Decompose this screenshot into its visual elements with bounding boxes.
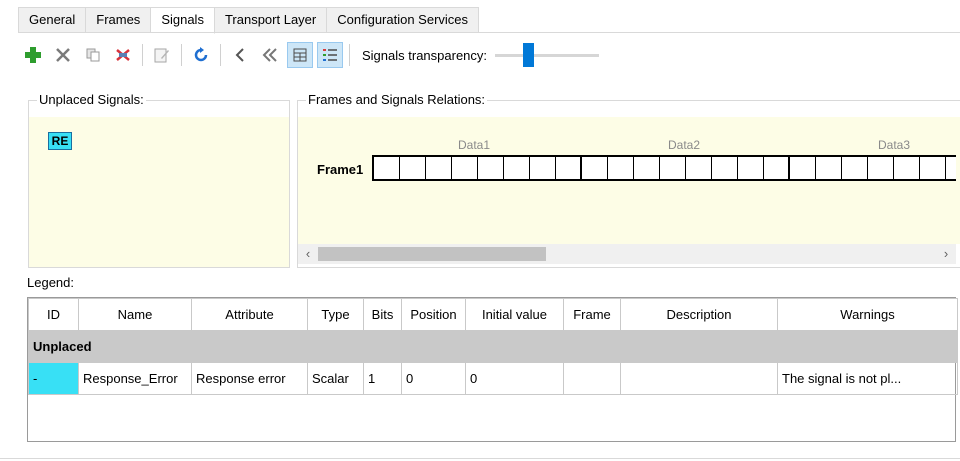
cell-attribute[interactable]: Response error xyxy=(191,362,308,395)
bit-cell[interactable] xyxy=(816,157,842,179)
cell-frame[interactable] xyxy=(563,362,621,395)
relations-title: Frames and Signals Relations: xyxy=(306,92,488,108)
toolbar-separator xyxy=(142,44,143,66)
cell-id[interactable]: - xyxy=(28,362,79,395)
bit-cell[interactable] xyxy=(660,157,686,179)
edit-button[interactable] xyxy=(149,42,175,68)
cell-bits[interactable]: 1 xyxy=(363,362,402,395)
tab-signals[interactable]: Signals xyxy=(151,7,215,34)
tab-configuration-services[interactable]: Configuration Services xyxy=(327,7,480,33)
back-all-button[interactable] xyxy=(257,42,283,68)
grid-view-button[interactable] xyxy=(287,42,313,68)
group-label: Unplaced xyxy=(28,330,958,363)
delete-button[interactable] xyxy=(50,42,76,68)
add-button[interactable] xyxy=(20,42,46,68)
bit-cell[interactable] xyxy=(634,157,660,179)
add-icon xyxy=(25,47,41,63)
bit-cell[interactable] xyxy=(478,157,504,179)
tab-general[interactable]: General xyxy=(18,7,87,33)
scrollbar-thumb[interactable] xyxy=(318,247,546,261)
table-header-row: ID Name Attribute Type Bits Position Ini… xyxy=(28,298,958,331)
column-header-initial-value[interactable]: Initial value xyxy=(465,298,564,331)
scroll-left-icon[interactable]: ‹ xyxy=(298,244,318,264)
unplaced-signals-title: Unplaced Signals: xyxy=(37,92,146,108)
bit-cell[interactable] xyxy=(556,157,582,179)
column-header-attribute[interactable]: Attribute xyxy=(191,298,308,331)
tab-transport-layer[interactable]: Transport Layer xyxy=(214,7,328,33)
column-header-warnings[interactable]: Warnings xyxy=(777,298,958,331)
remove-signal-icon xyxy=(116,49,130,61)
remove-signal-button[interactable] xyxy=(110,42,136,68)
bit-cell[interactable] xyxy=(920,157,946,179)
frame-bit-row[interactable] xyxy=(372,155,956,181)
list-view-icon xyxy=(323,49,337,61)
bit-cell[interactable] xyxy=(426,157,452,179)
column-header-bits[interactable]: Bits xyxy=(363,298,402,331)
bit-cell[interactable] xyxy=(686,157,712,179)
toolbar-separator xyxy=(349,44,350,66)
bit-cell[interactable] xyxy=(842,157,868,179)
back-icon xyxy=(235,48,244,62)
signal-badge-re[interactable]: RE xyxy=(48,132,72,150)
refresh-icon xyxy=(194,47,208,62)
back-button[interactable] xyxy=(227,42,253,68)
bit-cell[interactable] xyxy=(400,157,426,179)
bit-cell[interactable] xyxy=(894,157,920,179)
toolbar-separator xyxy=(181,44,182,66)
frame-label[interactable]: Frame1 xyxy=(317,162,363,177)
data-label-1: Data1 xyxy=(458,138,491,152)
legend-table: ID Name Attribute Type Bits Position Ini… xyxy=(27,297,958,442)
bit-cell[interactable] xyxy=(712,157,738,179)
cell-description[interactable] xyxy=(620,362,778,395)
bottom-divider xyxy=(0,458,960,459)
scroll-right-icon[interactable]: › xyxy=(936,244,956,264)
data-label-3: Data3 xyxy=(878,138,911,152)
delete-icon xyxy=(56,48,70,62)
bit-cell[interactable] xyxy=(582,157,608,179)
tab-divider xyxy=(18,32,960,33)
column-header-type[interactable]: Type xyxy=(307,298,364,331)
transparency-label: Signals transparency: xyxy=(362,47,488,63)
relations-horizontal-scrollbar[interactable]: ‹ › xyxy=(298,244,956,264)
cell-initial-value[interactable]: 0 xyxy=(465,362,564,395)
tab-frames[interactable]: Frames xyxy=(86,7,152,33)
table-row[interactable]: - Response_Error Response error Scalar 1… xyxy=(28,362,958,395)
copy-icon xyxy=(86,48,100,62)
transparency-slider[interactable] xyxy=(495,42,600,68)
cell-type[interactable]: Scalar xyxy=(307,362,364,395)
bit-cell[interactable] xyxy=(738,157,764,179)
column-header-description[interactable]: Description xyxy=(620,298,778,331)
slider-thumb[interactable] xyxy=(523,43,535,67)
bit-cell[interactable] xyxy=(764,157,790,179)
data-label-2: Data2 xyxy=(668,138,701,152)
column-header-id[interactable]: ID xyxy=(28,298,79,331)
bit-cell[interactable] xyxy=(790,157,816,179)
edit-icon xyxy=(154,48,169,63)
bit-cell[interactable] xyxy=(608,157,634,179)
tab-bar: General Frames Signals Transport Layer C… xyxy=(18,7,480,34)
bit-cell[interactable] xyxy=(504,157,530,179)
slider-track xyxy=(495,54,600,57)
cell-warnings[interactable]: The signal is not pl... xyxy=(777,362,958,395)
back-all-icon xyxy=(262,48,277,62)
column-header-position[interactable]: Position xyxy=(401,298,466,331)
table-group-row[interactable]: Unplaced xyxy=(28,330,958,363)
cell-position[interactable]: 0 xyxy=(401,362,466,395)
bit-cell[interactable] xyxy=(374,157,400,179)
bit-cell[interactable] xyxy=(868,157,894,179)
bit-cell[interactable] xyxy=(452,157,478,179)
bit-cell[interactable] xyxy=(530,157,556,179)
copy-button[interactable] xyxy=(80,42,106,68)
grid-view-icon xyxy=(293,48,307,62)
refresh-button[interactable] xyxy=(188,42,214,68)
list-view-button[interactable] xyxy=(317,42,343,68)
legend-label: Legend: xyxy=(27,275,74,290)
toolbar: Signals transparency: xyxy=(20,40,600,70)
bit-cell[interactable] xyxy=(946,157,960,179)
column-header-name[interactable]: Name xyxy=(78,298,192,331)
toolbar-separator xyxy=(220,44,221,66)
cell-name[interactable]: Response_Error xyxy=(78,362,192,395)
column-header-frame[interactable]: Frame xyxy=(563,298,621,331)
